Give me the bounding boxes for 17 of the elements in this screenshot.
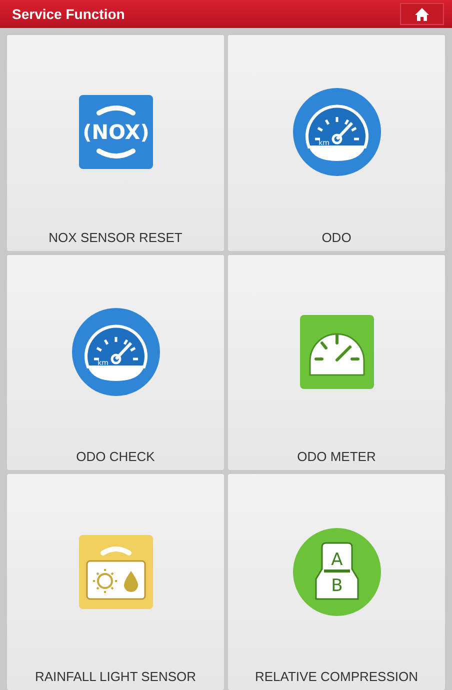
tile-label: ODO [322, 230, 352, 247]
tile-label: NOX SENSOR RESET [48, 230, 182, 247]
function-tile[interactable]: RAINFALL LIGHT SENSOR [7, 474, 224, 690]
function-tile[interactable]: ODO METER [228, 254, 445, 470]
nox-sensor-icon: (NOX) [76, 93, 154, 172]
gauge-icon [298, 312, 376, 391]
tile-label: RELATIVE COMPRESSION [254, 669, 418, 686]
tile-label: ODO METER [297, 449, 376, 466]
ratio-icon: A B [292, 526, 382, 617]
home-icon [415, 8, 429, 20]
function-tile[interactable]: (NOX) NOX SENSOR RESET [7, 35, 224, 251]
tile-label: ODO CHECK [76, 449, 155, 466]
page-title: Service Function [12, 6, 125, 22]
home-button[interactable] [400, 3, 444, 25]
sun-and-drop-icon [76, 532, 154, 611]
function-tile[interactable]: A B RELATIVE COMPRESSION [228, 474, 445, 690]
tile-label: RAINFALL LIGHT SENSOR [34, 669, 196, 686]
